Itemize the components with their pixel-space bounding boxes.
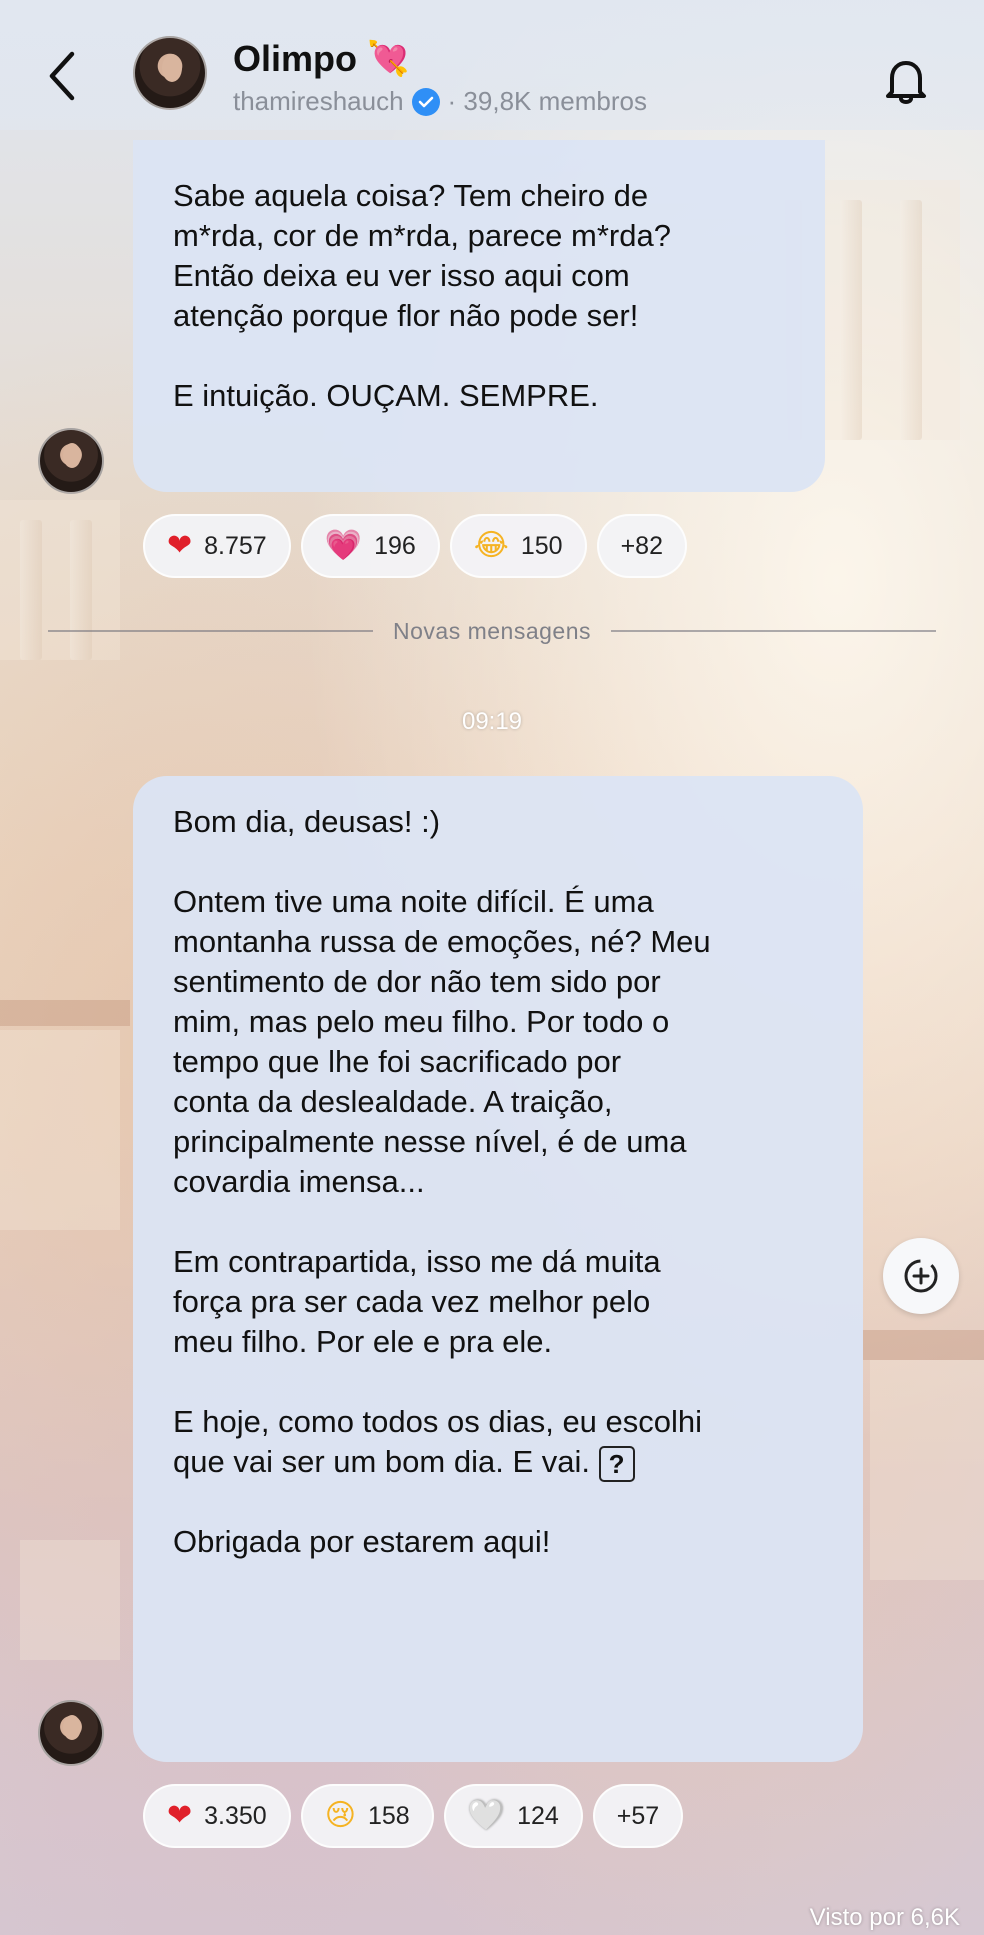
message-paragraph: E intuição. OUÇAM. SEMPRE. xyxy=(173,378,599,413)
channel-username: thamireshauch xyxy=(233,86,404,116)
white-heart-icon: 🤍 xyxy=(467,1799,506,1832)
reaction-count: +82 xyxy=(620,531,663,560)
divider-line xyxy=(48,630,373,632)
channel-avatar[interactable] xyxy=(133,36,207,110)
reaction-bar: ❤ 8.757 💗 196 😂 150 +82 xyxy=(143,514,687,578)
reaction-count: 3.350 xyxy=(204,1801,267,1830)
new-messages-divider: Novas mensagens xyxy=(48,616,936,646)
message-bubble[interactable]: Bom dia, deusas! :) Ontem tive uma noite… xyxy=(133,776,863,1762)
notifications-button[interactable] xyxy=(878,52,934,108)
add-reaction-button[interactable] xyxy=(883,1238,959,1314)
channel-subtitle: thamireshauch · 39,8K membros xyxy=(233,86,647,117)
message-paragraph: Obrigada por estarem aqui! xyxy=(173,1524,551,1559)
message-paragraph: Ontem tive uma noite difícil. É uma mont… xyxy=(173,884,711,1199)
chat-header: Olimpo 💘 thamireshauch · 39,8K membros xyxy=(0,0,984,130)
reaction-count: 8.757 xyxy=(204,531,267,560)
reaction-count: 150 xyxy=(520,531,563,560)
member-count: · 39,8K membros xyxy=(447,86,647,116)
reaction-count: +57 xyxy=(616,1801,660,1830)
message-paragraph: Em contrapartida, isso me dá muita força… xyxy=(173,1244,661,1359)
red-heart-icon: ❤ xyxy=(167,529,193,562)
missing-emoji-icon: ? xyxy=(598,1445,635,1482)
sender-avatar[interactable] xyxy=(38,428,104,494)
pink-heart-icon: 💗 xyxy=(324,529,363,562)
chevron-left-icon xyxy=(49,51,75,101)
reaction-heart[interactable]: ❤ 3.350 xyxy=(143,1784,291,1848)
reaction-more[interactable]: +57 xyxy=(592,1784,684,1848)
seen-by-count: Visto por 6,6K xyxy=(809,1904,960,1931)
sender-avatar[interactable] xyxy=(38,1700,104,1766)
reaction-count: 196 xyxy=(374,531,416,560)
back-button[interactable] xyxy=(44,48,84,104)
channel-title-row[interactable]: Olimpo 💘 xyxy=(233,38,409,80)
reaction-bar: ❤ 3.350 😢 158 🤍 124 +57 xyxy=(143,1784,684,1848)
reaction-crying[interactable]: 😢 158 xyxy=(300,1784,434,1848)
reaction-pink-heart[interactable]: 💗 196 xyxy=(300,514,440,578)
reaction-laugh[interactable]: 😂 150 xyxy=(449,514,587,578)
add-circle-icon xyxy=(904,1259,938,1293)
verified-badge-icon xyxy=(411,87,440,116)
reaction-more[interactable]: +82 xyxy=(596,514,687,578)
timestamp: 09:19 xyxy=(461,708,523,735)
message-bubble[interactable]: Sabe aquela coisa? Tem cheiro de m*rda, … xyxy=(133,140,825,492)
crying-face-icon: 😢 xyxy=(324,1799,356,1832)
divider-label: Novas mensagens xyxy=(393,617,591,644)
message-paragraph: Sabe aquela coisa? Tem cheiro de m*rda, … xyxy=(173,178,671,333)
reaction-white-heart[interactable]: 🤍 124 xyxy=(443,1784,583,1848)
message-paragraph: E hoje, como todos os dias, eu escolhi q… xyxy=(173,1402,823,1482)
reaction-heart[interactable]: ❤ 8.757 xyxy=(143,514,291,578)
message-paragraph: Bom dia, deusas! :) xyxy=(173,804,441,839)
channel-title: Olimpo xyxy=(233,38,357,79)
reaction-count: 158 xyxy=(367,1801,410,1830)
divider-line xyxy=(611,630,936,632)
heart-arrow-icon: 💘 xyxy=(367,40,410,78)
red-heart-icon: ❤ xyxy=(167,1799,193,1832)
reaction-count: 124 xyxy=(517,1801,559,1830)
bell-icon xyxy=(886,61,926,104)
laughing-face-icon: 😂 xyxy=(473,529,509,562)
